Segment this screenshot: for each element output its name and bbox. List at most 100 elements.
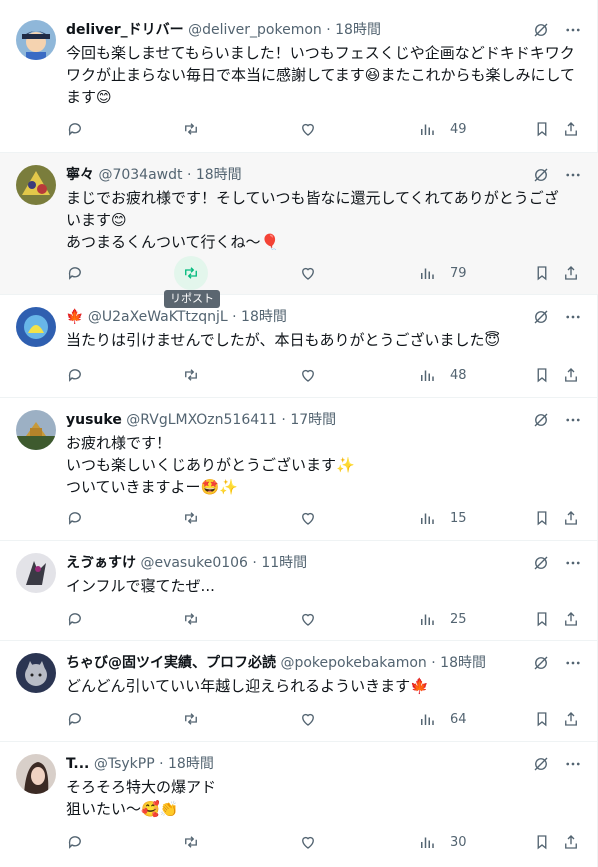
grok-icon[interactable] (530, 552, 552, 574)
views-button[interactable]: 30 (410, 828, 467, 856)
display-name[interactable]: deliver_ドリバー (66, 22, 184, 38)
username[interactable]: @evasuke0106 (140, 555, 248, 571)
avatar[interactable] (16, 653, 56, 693)
more-icon[interactable] (562, 19, 584, 41)
reply-button[interactable] (58, 259, 92, 287)
tweet[interactable]: 🍁 @U2aXeWaKTtzqnjL · 18時間 当たりは引けませんでしたが、… (0, 295, 598, 398)
like-button[interactable] (291, 828, 325, 856)
reply-icon (58, 358, 92, 392)
share-button[interactable] (554, 115, 588, 143)
grok-icon[interactable] (530, 652, 552, 674)
avatar[interactable] (16, 553, 56, 593)
action-bar: 49 (58, 115, 588, 143)
timestamp[interactable]: 18時間 (335, 22, 381, 38)
repost-icon (174, 112, 208, 146)
repost-button[interactable] (174, 605, 208, 633)
reply-button[interactable] (58, 605, 92, 633)
grok-icon[interactable] (530, 164, 552, 186)
share-button[interactable] (554, 259, 588, 287)
view-count: 15 (450, 510, 467, 526)
username[interactable]: @deliver_pokemon (188, 22, 322, 38)
repost-button[interactable] (174, 256, 208, 290)
grok-icon[interactable] (530, 753, 552, 775)
display-name[interactable]: 🍁 (66, 309, 83, 325)
reply-icon (58, 702, 92, 736)
timestamp[interactable]: 18時間 (440, 655, 486, 671)
tweet[interactable]: 寧々 @7034awdt · 18時間 まじでお疲れ様です！そしていつも皆なに還… (0, 153, 598, 295)
avatar[interactable] (16, 165, 56, 205)
username[interactable]: @TsykPP (94, 756, 155, 772)
more-icon[interactable] (562, 164, 584, 186)
reply-button[interactable] (58, 705, 92, 733)
display-name[interactable]: えゔぁすけ (66, 555, 136, 571)
like-button[interactable] (291, 605, 325, 633)
reply-button[interactable] (58, 115, 92, 143)
more-icon[interactable] (562, 552, 584, 574)
separator-dot: · (431, 655, 436, 671)
reply-button[interactable] (58, 828, 92, 856)
avatar[interactable] (16, 754, 56, 794)
username[interactable]: @U2aXeWaKTtzqnjL (88, 309, 228, 325)
share-button[interactable] (554, 705, 588, 733)
views-button[interactable]: 79 (410, 259, 467, 287)
grok-icon[interactable] (530, 409, 552, 431)
avatar[interactable] (16, 307, 56, 347)
repost-button[interactable] (174, 705, 208, 733)
reply-button[interactable] (58, 361, 92, 389)
reply-button[interactable] (58, 504, 92, 532)
views-button[interactable]: 49 (410, 115, 467, 143)
repost-button[interactable] (174, 828, 208, 856)
repost-button[interactable] (174, 115, 208, 143)
like-button[interactable] (291, 115, 325, 143)
views-button[interactable]: 15 (410, 504, 467, 532)
username[interactable]: @7034awdt (98, 167, 182, 183)
tweet[interactable]: deliver_ドリバー @deliver_pokemon · 18時間 今回も… (0, 8, 598, 153)
tweet[interactable]: えゔぁすけ @evasuke0106 · 11時間 インフルで寝てたぜ... 2… (0, 541, 598, 641)
grok-icon[interactable] (530, 306, 552, 328)
tweet-text-line: あつまるくんついて行くね〜🎈 (66, 233, 280, 251)
analytics-icon (410, 501, 444, 535)
like-button[interactable] (291, 504, 325, 532)
views-button[interactable]: 48 (410, 361, 467, 389)
display-name[interactable]: T... (66, 756, 89, 772)
timestamp[interactable]: 11時間 (261, 555, 307, 571)
share-button[interactable] (554, 605, 588, 633)
views-button[interactable]: 25 (410, 605, 467, 633)
tweet-text-line: 今回も楽しませてもらいました！いつもフェスくじや企画などドキドキワク (66, 44, 575, 62)
display-name[interactable]: ちゃび@固ツイ実績、プロフ必読 (66, 655, 276, 671)
tweet-text-line: まじでお疲れ様です！そしていつも皆なに還元してくれてありがとうござ (66, 189, 559, 207)
repost-icon (174, 602, 208, 636)
repost-button[interactable] (174, 361, 208, 389)
tweet[interactable]: ちゃび@固ツイ実績、プロフ必読 @pokepokebakamon · 18時間 … (0, 641, 598, 742)
like-button[interactable] (291, 259, 325, 287)
display-name[interactable]: 寧々 (66, 167, 94, 183)
more-icon[interactable] (562, 409, 584, 431)
reply-icon (58, 501, 92, 535)
separator-dot: · (326, 22, 331, 38)
more-icon[interactable] (562, 753, 584, 775)
timestamp[interactable]: 17時間 (290, 412, 336, 428)
display-name[interactable]: yusuke (66, 412, 122, 428)
grok-icon[interactable] (530, 19, 552, 41)
share-button[interactable] (554, 828, 588, 856)
timestamp[interactable]: 18時間 (241, 309, 287, 325)
views-button[interactable]: 64 (410, 705, 467, 733)
more-icon[interactable] (562, 306, 584, 328)
tweet-text-line: ワクが止まらない毎日で本当に感謝してます😆またこれからも楽しみにして (66, 66, 575, 84)
reply-icon (58, 256, 92, 290)
share-button[interactable] (554, 361, 588, 389)
repost-button[interactable] (174, 504, 208, 532)
like-button[interactable] (291, 705, 325, 733)
timestamp[interactable]: 18時間 (168, 756, 214, 772)
more-icon[interactable] (562, 652, 584, 674)
username[interactable]: @RVgLMXOzn516411 (126, 412, 277, 428)
username[interactable]: @pokepokebakamon (280, 655, 426, 671)
tweet[interactable]: yusuke @RVgLMXOzn516411 · 17時間 お疲れ様です！ い… (0, 398, 598, 541)
tweet[interactable]: T... @TsykPP · 18時間 そろそろ特大の爆アド 狙いたい〜🥰👏 3… (0, 742, 598, 867)
heart-icon (291, 602, 325, 636)
share-button[interactable] (554, 504, 588, 532)
timestamp[interactable]: 18時間 (196, 167, 242, 183)
like-button[interactable] (291, 361, 325, 389)
avatar[interactable] (16, 410, 56, 450)
avatar[interactable] (16, 20, 56, 60)
